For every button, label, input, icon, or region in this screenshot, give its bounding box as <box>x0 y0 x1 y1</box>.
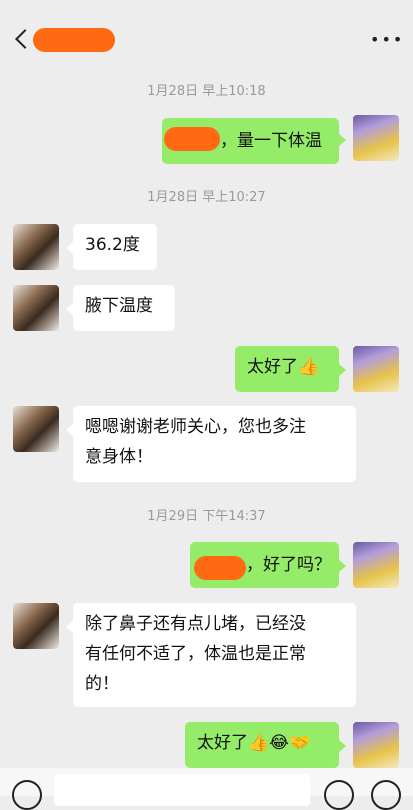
contact-name-redacted <box>33 28 115 52</box>
avatar[interactable] <box>13 406 59 452</box>
timestamp: 1月28日 早上10:27 <box>147 190 266 205</box>
avatar[interactable] <box>13 224 59 270</box>
avatar[interactable] <box>13 285 59 331</box>
message-bubble-in[interactable]: 除了鼻子还有点儿堵，已经没 有任何不适了，体温也是正常 的！ <box>73 603 356 707</box>
message-text: ，量一下体温 <box>220 131 322 151</box>
bubble-tail <box>339 740 346 752</box>
message-text: ，好了吗？ <box>246 555 331 575</box>
bubble-tail <box>339 560 346 572</box>
timestamp: 1月29日 下午14:37 <box>147 509 266 524</box>
message-line: 的！ <box>85 674 119 694</box>
message-bubble-in[interactable]: 嗯嗯谢谢老师关心，您也多注 意身体！ <box>73 406 356 482</box>
message-input[interactable] <box>54 774 310 806</box>
bubble-tail <box>66 621 73 633</box>
more-icon[interactable]: ••• <box>370 32 404 48</box>
chat-header: ••• <box>0 0 413 76</box>
message-line: 意身体！ <box>85 447 153 467</box>
redacted-name <box>164 127 220 151</box>
bubble-tail <box>339 134 346 146</box>
emoji-icon[interactable] <box>324 780 354 810</box>
plus-icon[interactable] <box>371 780 401 810</box>
avatar[interactable] <box>353 542 399 588</box>
bubble-tail <box>66 303 73 315</box>
message-bubble-out[interactable]: ，好了吗？ <box>190 542 339 588</box>
voice-icon[interactable] <box>12 780 42 810</box>
avatar[interactable] <box>353 722 399 768</box>
redacted-name <box>194 556 246 580</box>
message-bubble-in[interactable]: 腋下温度 <box>73 285 175 331</box>
avatar[interactable] <box>353 115 399 161</box>
avatar[interactable] <box>353 346 399 392</box>
message-line: 除了鼻子还有点儿堵，已经没 <box>85 614 306 634</box>
bubble-tail <box>66 242 73 254</box>
message-line: 有任何不适了，体温也是正常 <box>85 644 306 664</box>
message-bubble-out[interactable]: ，量一下体温 <box>162 118 339 164</box>
avatar[interactable] <box>13 603 59 649</box>
message-bubble-out[interactable]: 太好了👍 <box>235 346 339 392</box>
message-bubble-in[interactable]: 36.2度 <box>73 224 157 270</box>
bubble-tail <box>66 424 73 436</box>
chevron-left-icon[interactable] <box>15 29 35 49</box>
message-bubble-out[interactable]: 太好了👍😂🤝 <box>185 722 339 768</box>
bubble-tail <box>339 364 346 376</box>
message-line: 嗯嗯谢谢老师关心，您也多注 <box>85 417 306 437</box>
timestamp: 1月28日 早上10:18 <box>147 84 266 99</box>
